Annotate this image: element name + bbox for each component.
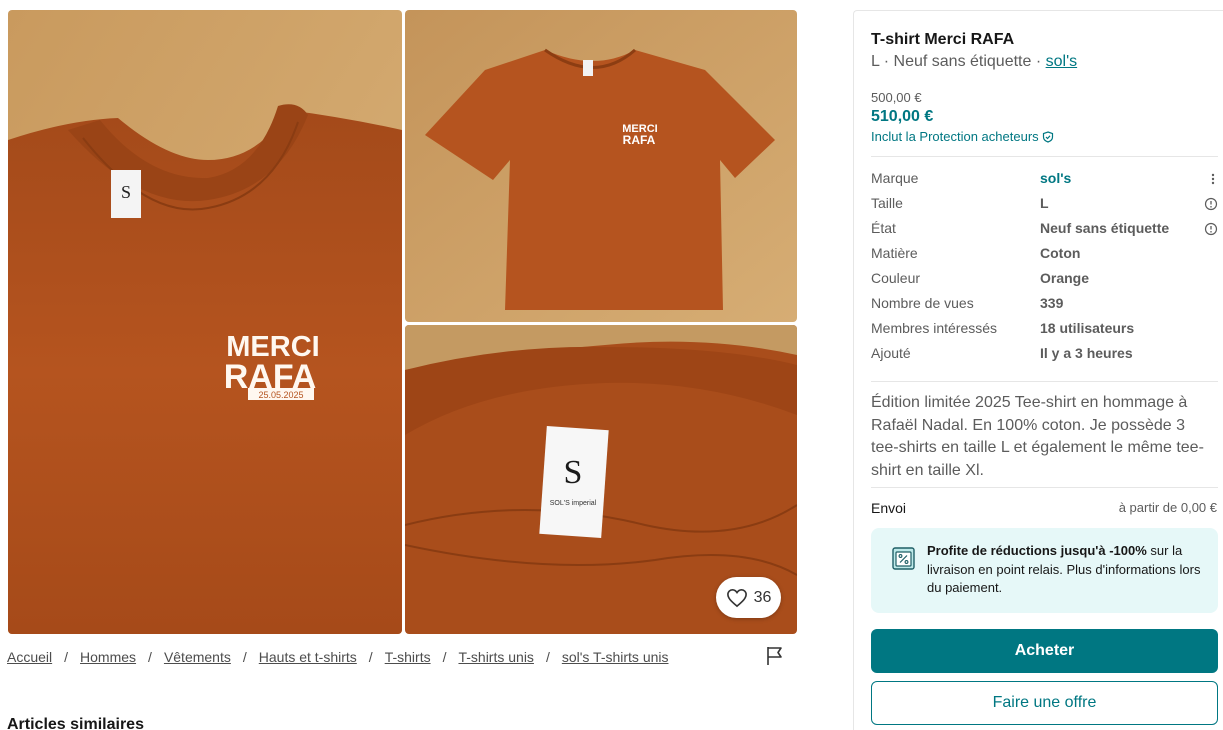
item-price: 500,00 € [871, 90, 922, 105]
report-button[interactable] [764, 645, 786, 667]
breadcrumb-separator: / [442, 649, 447, 665]
buy-button[interactable]: Acheter [871, 629, 1218, 673]
item-title: T-shirt Merci RAFA [871, 31, 1015, 48]
detail-value: Orange [1040, 270, 1090, 286]
promo-highlight: Profite de réductions jusqu'à -100% [927, 543, 1147, 558]
item-total-price: 510,00 € [871, 108, 934, 125]
detail-row-material: Matière Coton [871, 242, 1218, 267]
detail-value-brand-link[interactable]: sol's [1040, 170, 1071, 186]
divider [871, 156, 1218, 157]
svg-text:S: S [121, 182, 131, 202]
detail-row-brand: Marque sol's [871, 167, 1218, 192]
svg-text:SOL'S imperial: SOL'S imperial [550, 500, 597, 507]
detail-key: Nombre de vues [871, 295, 974, 311]
detail-key: État [871, 220, 896, 236]
make-offer-button[interactable]: Faire une offre [871, 681, 1218, 725]
item-description: Édition limitée 2025 Tee-shirt en hommag… [871, 394, 1204, 479]
breadcrumb-separator: / [368, 649, 373, 665]
detail-key: Couleur [871, 270, 921, 286]
breadcrumb-link-tshirts[interactable]: T-shirts [385, 649, 431, 665]
detail-key: Marque [871, 170, 919, 186]
breadcrumb: Accueil / Hommes / Vêtements / Hauts et … [7, 649, 669, 665]
breadcrumb-link-hommes[interactable]: Hommes [80, 649, 136, 665]
detail-row-condition: État Neuf sans étiquette [871, 217, 1218, 242]
favourite-count: 36 [753, 588, 772, 606]
breadcrumb-link-hauts[interactable]: Hauts et t-shirts [259, 649, 357, 665]
divider [871, 487, 1218, 488]
discount-tag-icon [892, 547, 915, 570]
buyer-protection-link[interactable]: Inclut la Protection acheteurs [871, 129, 1054, 144]
favourite-button[interactable]: 36 [716, 577, 781, 618]
detail-key: Ajouté [871, 345, 911, 361]
brand-link[interactable]: sol's [1046, 53, 1078, 70]
detail-key: Matière [871, 245, 918, 261]
breadcrumb-separator: / [242, 649, 247, 665]
item-details: Marque sol's Taille L État Neuf sans éti… [871, 167, 1218, 367]
shipping-label: Envoi [871, 500, 907, 516]
shipping-promo-banner: Profite de réductions jusqu'à -100% sur … [871, 528, 1218, 613]
print-date: 25.05.2025 [258, 390, 303, 400]
item-sidebar: T-shirt Merci RAFA L · Neuf sans étiquet… [853, 10, 1223, 730]
detail-row-interested: Membres intéressés 18 utilisateurs [871, 317, 1218, 342]
detail-key: Membres intéressés [871, 320, 998, 336]
breadcrumb-link-sols-tshirts-unis[interactable]: sol's T-shirts unis [562, 649, 669, 665]
breadcrumb-link-vetements[interactable]: Vêtements [164, 649, 231, 665]
detail-value: 339 [1040, 295, 1064, 311]
breadcrumb-separator: / [64, 649, 69, 665]
detail-row-size: Taille L [871, 192, 1218, 217]
detail-value: Neuf sans étiquette [1040, 220, 1170, 236]
similar-items-heading: Articles similaires [7, 716, 144, 730]
buyer-protection-text: Inclut la Protection acheteurs [871, 129, 1039, 144]
shirt-flat-image: MERCI RAFA [405, 10, 797, 322]
svg-text:RAFA: RAFA [623, 133, 656, 147]
detail-value: 18 utilisateurs [1040, 320, 1135, 336]
breadcrumb-link-accueil[interactable]: Accueil [7, 649, 52, 665]
flag-icon [767, 647, 782, 665]
promo-text: Profite de réductions jusqu'à -100% sur … [927, 542, 1207, 598]
product-photo-flat[interactable]: MERCI RAFA [405, 10, 797, 322]
info-icon[interactable] [1204, 222, 1218, 236]
svg-text:S: S [564, 454, 583, 491]
divider [871, 381, 1218, 382]
breadcrumb-separator: / [545, 649, 550, 665]
info-icon[interactable] [1204, 197, 1218, 211]
detail-value: L [1040, 195, 1049, 211]
detail-row-views: Nombre de vues 339 [871, 292, 1218, 317]
item-subtitle-text: L · Neuf sans étiquette · [871, 53, 1046, 70]
shipping-price: à partir de 0,00 € [1118, 500, 1217, 515]
detail-row-color: Couleur Orange [871, 267, 1218, 292]
detail-row-added: Ajouté Il y a 3 heures [871, 342, 1218, 367]
shield-icon [1042, 130, 1053, 143]
detail-value: Coton [1040, 245, 1081, 261]
breadcrumb-separator: / [148, 649, 152, 665]
item-subtitle: L · Neuf sans étiquette · sol's [871, 53, 1077, 71]
heart-icon [726, 588, 747, 607]
product-photo-main[interactable]: S MERCI RAFA 25.05.2025 [8, 10, 402, 634]
shirt-front-closeup-image: S MERCI RAFA 25.05.2025 [8, 10, 402, 634]
detail-value: Il y a 3 heures [1040, 345, 1133, 361]
more-vertical-icon[interactable] [1204, 172, 1218, 186]
detail-key: Taille [871, 195, 903, 211]
breadcrumb-link-tshirts-unis[interactable]: T-shirts unis [458, 649, 533, 665]
